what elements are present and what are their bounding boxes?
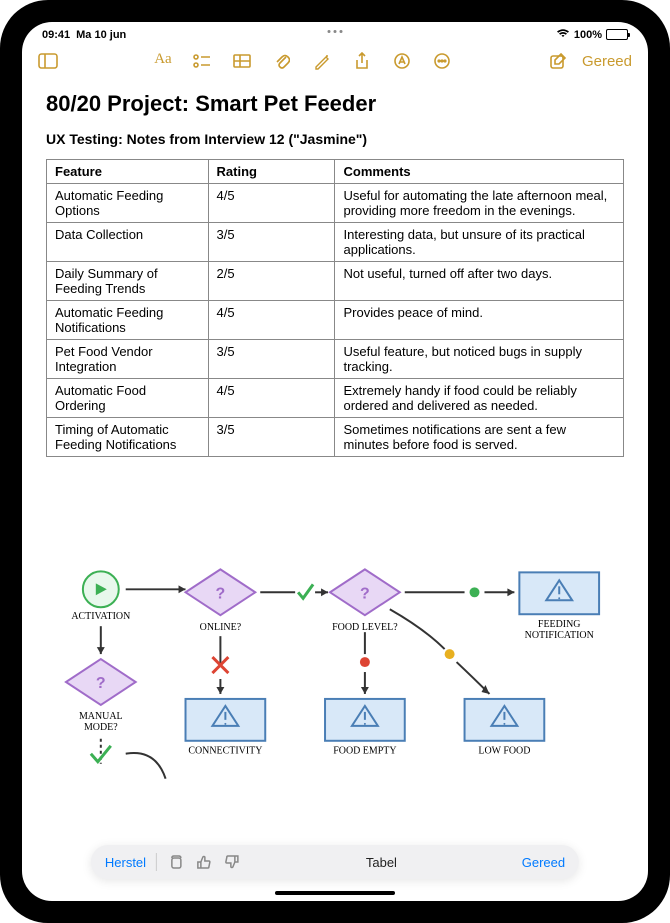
table-row[interactable]: Automatic Food Ordering4/5Extremely hand…: [47, 379, 624, 418]
checklist-icon[interactable]: [192, 51, 212, 71]
attach-icon[interactable]: [272, 51, 292, 71]
td-rating: 2/5: [208, 262, 335, 301]
table-header-row: Feature Rating Comments: [47, 160, 624, 184]
fc-foodlevel: FOOD LEVEL?: [332, 622, 398, 633]
flowchart-drawing[interactable]: ACTIVATION ? ONLINE? ? FOOD LEVEL?: [46, 469, 624, 889]
divider: [156, 853, 157, 871]
td-feature: Automatic Feeding Notifications: [47, 301, 209, 340]
share-icon[interactable]: [352, 51, 372, 71]
note-subtitle: UX Testing: Notes from Interview 12 ("Ja…: [46, 131, 624, 147]
copy-icon[interactable]: [167, 853, 185, 871]
context-label: Tabel: [251, 855, 512, 870]
restore-button[interactable]: Herstel: [105, 855, 146, 870]
svg-text:?: ?: [96, 675, 106, 692]
done-button[interactable]: Gereed: [582, 53, 632, 70]
fc-activation: ACTIVATION: [71, 611, 130, 622]
sidebar-toggle-icon[interactable]: [38, 51, 58, 71]
table-row[interactable]: Timing of Automatic Feeding Notification…: [47, 418, 624, 457]
toolbar: Aa: [22, 43, 648, 79]
wifi-icon: [556, 28, 570, 41]
td-rating: 4/5: [208, 184, 335, 223]
status-date: Ma 10 jun: [76, 29, 126, 41]
format-text-button[interactable]: Aa: [154, 51, 172, 71]
td-rating: 4/5: [208, 301, 335, 340]
context-toolbar: Herstel Tabel Gereed: [91, 845, 579, 879]
td-feature: Data Collection: [47, 223, 209, 262]
th-comments: Comments: [335, 160, 624, 184]
td-comments: Sometimes notifications are sent a few m…: [335, 418, 624, 457]
th-feature: Feature: [47, 160, 209, 184]
table-row[interactable]: Automatic Feeding Notifications4/5Provid…: [47, 301, 624, 340]
td-comments: Not useful, turned off after two days.: [335, 262, 624, 301]
fc-lowfood: LOW FOOD: [478, 746, 530, 757]
svg-text:?: ?: [216, 585, 226, 602]
td-comments: Interesting data, but unsure of its prac…: [335, 223, 624, 262]
feature-table[interactable]: Feature Rating Comments Automatic Feedin…: [46, 159, 624, 457]
ipad-device-frame: 09:41 Ma 10 jun 100% Aa: [0, 0, 670, 923]
compose-icon[interactable]: [548, 51, 568, 71]
table-row[interactable]: Daily Summary of Feeding Trends2/5Not us…: [47, 262, 624, 301]
fc-feednotif: FEEDINGNOTIFICATION: [525, 619, 594, 641]
thumbs-down-icon[interactable]: [223, 853, 241, 871]
home-indicator[interactable]: [275, 891, 395, 895]
fc-foodempty: FOOD EMPTY: [333, 746, 396, 757]
td-feature: Daily Summary of Feeding Trends: [47, 262, 209, 301]
td-feature: Automatic Feeding Options: [47, 184, 209, 223]
fc-connectivity: CONNECTIVITY: [188, 746, 262, 757]
table-row[interactable]: Data Collection3/5Interesting data, but …: [47, 223, 624, 262]
thumbs-up-icon[interactable]: [195, 853, 213, 871]
td-comments: Extremely handy if food could be reliabl…: [335, 379, 624, 418]
td-comments: Useful feature, but noticed bugs in supp…: [335, 340, 624, 379]
td-feature: Automatic Food Ordering: [47, 379, 209, 418]
table-row[interactable]: Automatic Feeding Options4/5Useful for a…: [47, 184, 624, 223]
fc-online: ONLINE?: [200, 622, 242, 633]
table-icon[interactable]: [232, 51, 252, 71]
battery-icon: [606, 29, 628, 40]
td-rating: 3/5: [208, 223, 335, 262]
note-title: 80/20 Project: Smart Pet Feeder: [46, 91, 624, 117]
td-rating: 3/5: [208, 418, 335, 457]
td-comments: Provides peace of mind.: [335, 301, 624, 340]
table-row[interactable]: Pet Food Vendor Integration3/5Useful fea…: [47, 340, 624, 379]
more-icon[interactable]: [432, 51, 452, 71]
sparkle-pencil-icon[interactable]: [312, 51, 332, 71]
context-done-button[interactable]: Gereed: [522, 855, 565, 870]
td-feature: Pet Food Vendor Integration: [47, 340, 209, 379]
screen: 09:41 Ma 10 jun 100% Aa: [22, 22, 648, 901]
battery-percent: 100%: [574, 29, 602, 41]
td-comments: Useful for automating the late afternoon…: [335, 184, 624, 223]
status-time: 09:41: [42, 29, 70, 41]
multitask-indicator[interactable]: [328, 30, 343, 33]
td-feature: Timing of Automatic Feeding Notification…: [47, 418, 209, 457]
fc-manual: MANUALMODE?: [79, 711, 123, 733]
markup-icon[interactable]: [392, 51, 412, 71]
td-rating: 4/5: [208, 379, 335, 418]
svg-text:?: ?: [360, 585, 370, 602]
note-content[interactable]: 80/20 Project: Smart Pet Feeder UX Testi…: [22, 79, 648, 901]
th-rating: Rating: [208, 160, 335, 184]
td-rating: 3/5: [208, 340, 335, 379]
